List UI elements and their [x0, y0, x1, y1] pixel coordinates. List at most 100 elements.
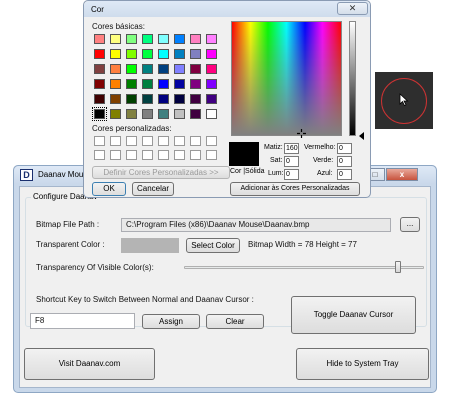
basic-color-cell[interactable] [158, 64, 169, 74]
custom-color-cell[interactable] [190, 150, 201, 160]
custom-color-cell[interactable] [158, 136, 169, 146]
basic-color-cell[interactable] [190, 49, 201, 59]
basic-color-cell[interactable] [110, 109, 121, 119]
basic-color-cell[interactable] [110, 34, 121, 44]
custom-color-cell[interactable] [206, 150, 217, 160]
custom-color-cell[interactable] [190, 136, 201, 146]
toggle-daanav-cursor-button[interactable]: Toggle Daanav Cursor [291, 296, 416, 334]
browse-button[interactable]: ... [400, 217, 420, 232]
spectrum-crosshair-icon [297, 129, 306, 138]
basic-color-cell[interactable] [94, 94, 105, 104]
custom-color-cell[interactable] [206, 136, 217, 146]
add-custom-colors-button[interactable]: Adicionar às Cores Personalizadas [230, 182, 360, 196]
custom-color-cell[interactable] [126, 136, 137, 146]
clear-button[interactable]: Clear [206, 314, 264, 329]
basic-color-cell[interactable] [142, 79, 153, 89]
close-button[interactable]: x [386, 168, 418, 181]
define-custom-colors-button[interactable]: Definir Cores Personalizadas >> [92, 166, 230, 179]
basic-color-cell[interactable] [110, 49, 121, 59]
basic-color-cell[interactable] [158, 79, 169, 89]
custom-color-cell[interactable] [174, 136, 185, 146]
basic-color-cell[interactable] [94, 79, 105, 89]
basic-color-cell[interactable] [142, 49, 153, 59]
assign-button[interactable]: Assign [142, 314, 200, 329]
custom-color-cell[interactable] [126, 150, 137, 160]
green-input[interactable]: 0 [337, 156, 352, 167]
custom-color-cell[interactable] [174, 150, 185, 160]
basic-color-cell[interactable] [206, 34, 217, 44]
custom-color-cell[interactable] [110, 150, 121, 160]
basic-color-cell[interactable] [126, 34, 137, 44]
basic-color-cell[interactable] [174, 94, 185, 104]
visit-daanav-button[interactable]: Visit Daanav.com [24, 348, 155, 380]
bitmap-path-field[interactable]: C:\Program Files (x86)\Daanav Mouse\Daan… [121, 218, 391, 232]
basic-color-cell[interactable] [206, 109, 217, 119]
transparency-slider-track[interactable] [184, 266, 424, 269]
basic-color-cell[interactable] [110, 79, 121, 89]
custom-color-cell[interactable] [142, 136, 153, 146]
custom-color-cell[interactable] [142, 150, 153, 160]
luminance-bar[interactable] [349, 21, 356, 136]
basic-color-cell[interactable] [92, 107, 107, 121]
cancel-button[interactable]: Cancelar [132, 182, 174, 196]
hue-input[interactable]: 160 [284, 143, 299, 154]
basic-color-cell[interactable] [126, 79, 137, 89]
color-spectrum[interactable] [231, 21, 342, 136]
basic-color-cell[interactable] [174, 49, 185, 59]
hide-to-tray-button[interactable]: Hide to System Tray [296, 348, 429, 380]
custom-color-cell[interactable] [94, 150, 105, 160]
red-label: Vermelho: [304, 144, 336, 151]
basic-color-cell[interactable] [206, 64, 217, 74]
basic-color-cell[interactable] [126, 109, 137, 119]
basic-color-cell[interactable] [142, 34, 153, 44]
blue-input[interactable]: 0 [337, 169, 352, 180]
basic-color-cell[interactable] [190, 34, 201, 44]
basic-color-cell[interactable] [206, 94, 217, 104]
transparency-slider-thumb[interactable] [394, 261, 401, 273]
basic-color-cell[interactable] [110, 94, 121, 104]
sat-input[interactable]: 0 [284, 156, 299, 167]
basic-color-cell[interactable] [142, 64, 153, 74]
basic-color-cell[interactable] [174, 79, 185, 89]
transparent-color-swatch [121, 238, 179, 253]
lum-label: Lum: [268, 170, 284, 177]
basic-color-cell[interactable] [94, 64, 105, 74]
custom-color-cell[interactable] [158, 150, 169, 160]
basic-color-cell[interactable] [158, 94, 169, 104]
luminance-arrow-icon[interactable] [359, 132, 364, 140]
basic-color-cell[interactable] [158, 109, 169, 119]
basic-color-cell[interactable] [174, 34, 185, 44]
basic-color-cell[interactable] [190, 79, 201, 89]
color-dialog-title-bar[interactable]: Cor ✕ [84, 1, 370, 17]
basic-color-cell[interactable] [174, 109, 185, 119]
basic-color-cell[interactable] [126, 94, 137, 104]
select-color-button[interactable]: Select Color [186, 238, 240, 253]
solid-color-preview [229, 142, 259, 166]
basic-color-cell[interactable] [110, 64, 121, 74]
basic-color-cell[interactable] [190, 64, 201, 74]
lum-input[interactable]: 0 [284, 169, 299, 180]
custom-color-cell[interactable] [110, 136, 121, 146]
transparent-color-label: Transparent Color : [36, 240, 105, 249]
color-dialog-close-button[interactable]: ✕ [337, 2, 368, 15]
basic-color-cell[interactable] [94, 49, 105, 59]
basic-color-cell[interactable] [206, 79, 217, 89]
shortcut-key-input[interactable]: F8 [30, 313, 135, 329]
red-input[interactable]: 0 [337, 143, 352, 154]
basic-color-cell[interactable] [126, 49, 137, 59]
basic-color-cell[interactable] [94, 34, 105, 44]
basic-color-cell[interactable] [190, 94, 201, 104]
daanav-main-window: D Daanav Mouse by – □ x Configure Daanav… [13, 165, 437, 393]
basic-color-cell[interactable] [158, 49, 169, 59]
custom-color-cell[interactable] [94, 136, 105, 146]
hue-label: Matiz: [264, 144, 283, 151]
basic-color-cell[interactable] [174, 64, 185, 74]
basic-color-cell[interactable] [190, 109, 201, 119]
basic-color-cell[interactable] [158, 34, 169, 44]
basic-color-cell[interactable] [126, 64, 137, 74]
ok-button[interactable]: OK [92, 182, 126, 196]
basic-color-cell[interactable] [142, 109, 153, 119]
basic-color-cell[interactable] [206, 49, 217, 59]
basic-color-cell[interactable] [142, 94, 153, 104]
basic-colors-label: Cores básicas: [92, 22, 145, 31]
